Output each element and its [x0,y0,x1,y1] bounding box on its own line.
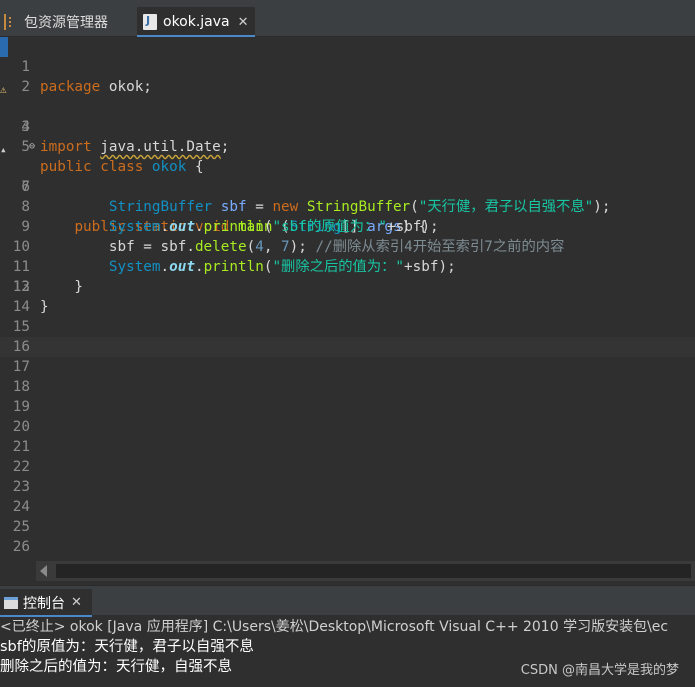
tab-label: okok.java [163,14,230,30]
tab-console[interactable]: 控制台 ✕ [0,589,92,616]
code-line[interactable]: 26 [0,537,695,557]
code-line[interactable]: 11 } [0,237,695,295]
code-line[interactable]: 13 [0,277,695,297]
current-code-line[interactable]: 16 [0,337,695,357]
code-line[interactable]: 9 sbf = sbf.delete(4, 7); //删除从索引4开始至索引7… [0,197,695,255]
editor-tab-bar: 包资源管理器 okok.java ✕ [0,0,695,37]
line-number: 17 [12,359,30,375]
console-status-line: <已终止> okok [Java 应用程序] C:\Users\姜松\Deskt… [0,617,695,637]
code-line[interactable]: 7 StringBuffer sbf = new StringBuffer("天… [0,157,695,215]
code-line[interactable]: 10 System.out.println("删除之后的值为："+sbf); [0,217,695,275]
scrollbar-thumb[interactable] [56,564,691,578]
scroll-left-icon[interactable] [40,565,47,577]
console-tab-bar: 控制台 ✕ [0,585,695,616]
java-file-icon [143,14,157,30]
line-number: 25 [12,519,30,535]
tab-package-explorer[interactable]: 包资源管理器 [0,7,133,37]
line-number: 19 [12,399,30,415]
line-number: 14 [12,299,30,315]
code-line[interactable]: 20 [0,417,695,437]
line-number: 13 [12,279,30,295]
console-output-line: sbf的原值为：天行健，君子以自强不息 [0,639,254,655]
line-number: 18 [12,379,30,395]
code-line[interactable]: 22 [0,457,695,477]
line-number: 20 [12,419,30,435]
close-icon[interactable]: ✕ [71,595,82,610]
console-icon [4,596,18,609]
fold-toggle-icon[interactable]: ⊖ [29,137,35,157]
package-explorer-icon [4,14,18,30]
code-line[interactable]: 17 [0,357,695,377]
override-marker-icon: ▴ [0,143,7,156]
code-line[interactable]: 2 [0,57,695,95]
code-line[interactable]: 14 [0,297,695,317]
line-number: 15 [12,319,30,335]
line-number: 16 [12,339,30,355]
code-line[interactable]: 19 [0,397,695,417]
code-editor[interactable]: 1 package okok; 2 ⚠ 3 import java.util.D… [0,37,695,560]
code-line[interactable]: 23 [0,477,695,497]
line-number: 22 [12,459,30,475]
code-line[interactable]: 5 public class okok { [0,117,695,175]
line-number: 21 [12,439,30,455]
code-line[interactable]: 1 package okok; [0,37,695,95]
tab-label: 包资源管理器 [24,15,108,31]
code-line[interactable]: 21 [0,437,695,457]
watermark: CSDN @南昌大学是我的梦 [520,663,679,678]
code-line[interactable]: 8 System.out.println("sbf的原值为："+sbf); [0,177,695,235]
code-line[interactable]: ⚠ 3 import java.util.Date; [0,77,695,155]
code-line[interactable]: 25 [0,517,695,537]
code-line[interactable]: 24 [0,497,695,517]
console-tab-label: 控制台 [23,595,65,612]
code-line[interactable]: 18 [0,377,695,397]
horizontal-scrollbar[interactable] [36,561,695,581]
close-icon[interactable]: ✕ [238,15,249,30]
code-line[interactable]: ▴ 6 ⊖ public static void main (String[] … [0,137,695,235]
code-line[interactable]: 15 [0,317,695,337]
code-line[interactable]: 12 } [0,257,695,315]
line-number: 23 [12,479,30,495]
code-line[interactable]: 4 [0,97,695,135]
warning-lightbulb-icon[interactable]: ⚠ [0,80,10,96]
line-number: 26 [12,539,30,555]
line-number: 24 [12,499,30,515]
tab-okok-java[interactable]: okok.java ✕ [137,7,255,37]
